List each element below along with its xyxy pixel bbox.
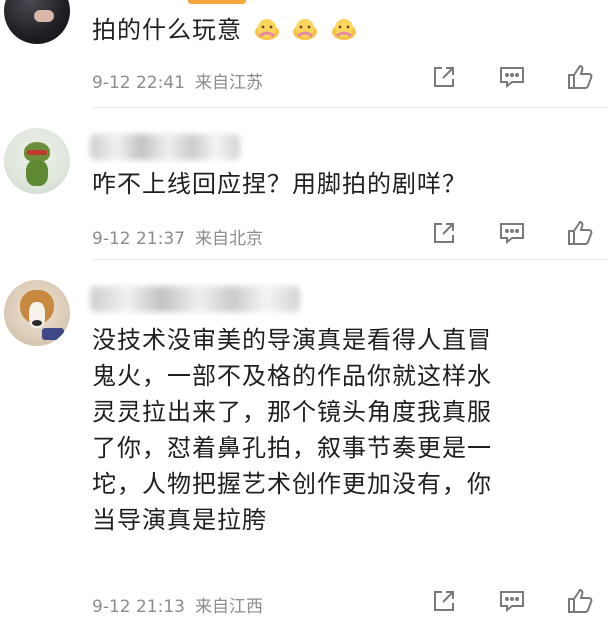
comment-meta: 9-12 21:13 来自江西 [92,592,263,617]
share-icon[interactable] [429,62,459,92]
comment-text-line: 灵灵拉出来了，那个镜头角度我真服 [92,398,492,426]
username-blurred [90,134,240,160]
username-blurred [90,286,300,312]
comment-item: 拍的什么玩意 9-12 22:41 来自江苏 [0,0,609,118]
comment-text-line: 了你，怼着鼻孔拍，叙事节奏更是一 [92,434,492,462]
like-icon[interactable] [565,62,595,92]
lotus-emoji [293,19,318,40]
comment-icon[interactable] [497,586,527,616]
comment-time: 9-12 21:37 [92,229,185,249]
comment-meta: 9-12 22:41 来自江苏 [92,68,263,93]
comment-time: 9-12 21:13 [92,597,185,617]
comment-icon[interactable] [497,62,527,92]
comment-text-line: 坨，人物把握艺术创作更加没有，你 [92,470,492,498]
comment-meta: 9-12 21:37 来自北京 [92,224,263,249]
comment-time: 9-12 22:41 [92,73,185,93]
comment-text: 咋不上线回应捏？用脚拍的剧咩？ [92,170,467,198]
comment-icon[interactable] [497,218,527,248]
lotus-emoji [254,19,279,40]
avatar[interactable] [4,128,70,194]
avatar[interactable] [4,0,70,44]
comment-item: 咋不上线回应捏？用脚拍的剧咩？ 9-12 21:37 来自北京 [0,108,609,258]
comment-text-line: 没技术没审美的导演真是看得人直冒 [92,326,492,354]
comment-text-line: 鬼火，一部不及格的作品你就这样水 [92,362,492,390]
comment-item: 没技术没审美的导演真是看得人直冒 鬼火，一部不及格的作品你就这样水 灵灵拉出来了… [0,260,609,627]
lotus-emoji [331,19,356,40]
comment-text: 没技术没审美的导演真是看得人直冒 鬼火，一部不及格的作品你就这样水 灵灵拉出来了… [92,322,589,538]
comment-text-line: 当导演真是拉胯 [92,506,267,534]
comment-location: 来自北京 [194,229,263,249]
comment-text: 拍的什么玩意 [92,12,589,48]
comment-location: 来自江西 [194,597,263,617]
like-icon[interactable] [565,586,595,616]
share-icon[interactable] [429,586,459,616]
share-icon[interactable] [429,218,459,248]
avatar[interactable] [4,280,70,346]
like-icon[interactable] [565,218,595,248]
comment-location: 来自江苏 [194,73,263,93]
